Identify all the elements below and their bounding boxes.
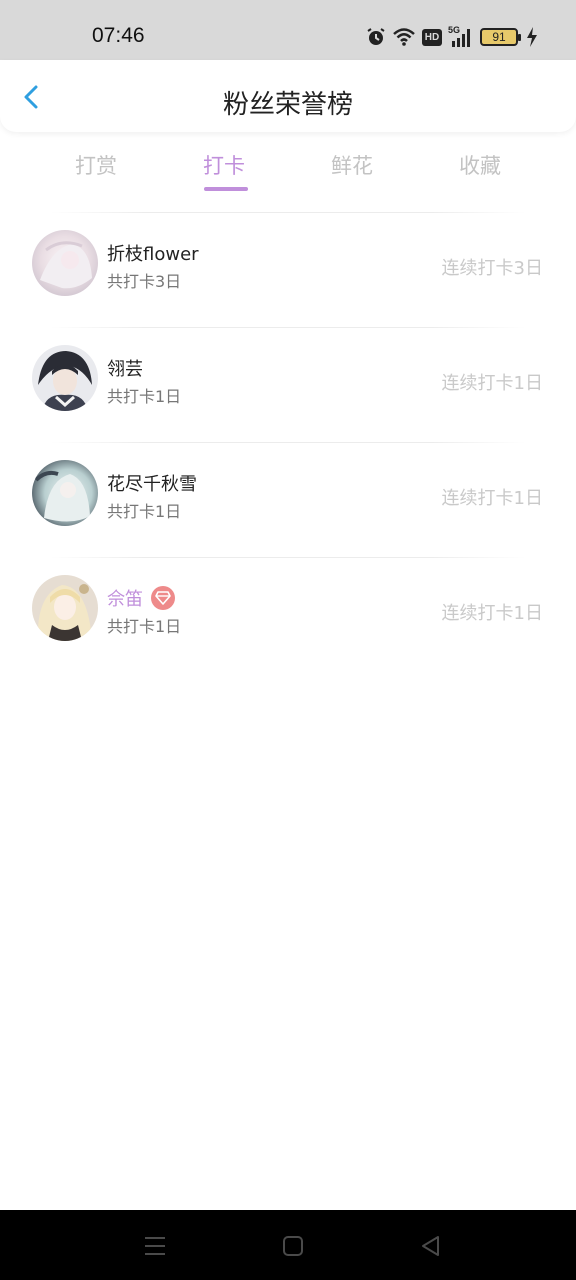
home-button[interactable] (280, 1233, 306, 1259)
total-checkins: 共打卡1日 (107, 617, 182, 636)
avatar[interactable] (32, 345, 98, 411)
tab-collections[interactable]: 收藏 (440, 150, 520, 180)
status-time: 07:46 (92, 24, 145, 47)
alarm-icon (367, 28, 385, 45)
avatar[interactable] (32, 230, 98, 296)
network-type: 5G (448, 25, 461, 35)
list-item[interactable]: 翎芸 共打卡1日 连续打卡1日 (0, 327, 576, 442)
back-nav-button[interactable] (418, 1233, 444, 1259)
triangle-back-icon (422, 1236, 439, 1256)
user-name: 佘笛 (107, 589, 143, 610)
tab-indicator (204, 187, 248, 191)
wifi-icon (393, 28, 415, 46)
system-nav-bar (0, 1210, 576, 1280)
square-home-icon (283, 1236, 303, 1256)
charging-icon (527, 27, 537, 47)
user-name: 折枝flower (107, 244, 199, 265)
tab-reward[interactable]: 打赏 (56, 150, 136, 180)
header: 粉丝荣誉榜 (0, 60, 576, 132)
status-icons: HD 5G 91 (366, 24, 538, 50)
tab-flowers[interactable]: 鲜花 (312, 150, 392, 180)
battery-level: 91 (492, 30, 506, 44)
total-checkins: 共打卡1日 (107, 502, 182, 521)
streak-checkins: 连续打卡1日 (441, 603, 543, 624)
streak-checkins: 连续打卡3日 (441, 258, 543, 279)
total-checkins: 共打卡3日 (107, 272, 182, 291)
list-item[interactable]: 折枝flower 共打卡3日 连续打卡3日 (0, 212, 576, 327)
total-checkins: 共打卡1日 (107, 387, 182, 406)
list-item[interactable]: 佘笛 共打卡1日 连续打卡1日 (0, 557, 576, 672)
list-item[interactable]: 花尽千秋雪 共打卡1日 连续打卡1日 (0, 442, 576, 557)
tab-checkin[interactable]: 打卡 (184, 150, 264, 191)
user-name: 翎芸 (107, 359, 143, 380)
divider (50, 557, 526, 558)
vip-diamond-icon (151, 586, 175, 610)
streak-checkins: 连续打卡1日 (441, 373, 543, 394)
signal-icon: 5G (448, 25, 474, 47)
tab-bar: 打赏 打卡 鲜花 收藏 (0, 150, 576, 198)
battery-icon: 91 (480, 28, 521, 46)
menu-icon (145, 1237, 165, 1255)
streak-checkins: 连续打卡1日 (441, 488, 543, 509)
avatar[interactable] (32, 575, 98, 641)
fan-list: 折枝flower 共打卡3日 连续打卡3日 翎芸 共打卡1日 连续打卡1日 花尽… (0, 212, 576, 672)
user-name: 花尽千秋雪 (107, 474, 197, 495)
divider (50, 212, 526, 213)
hd-icon: HD (422, 28, 442, 46)
page-title: 粉丝荣誉榜 (222, 90, 353, 120)
tab-checkin-label: 打卡 (203, 154, 245, 178)
menu-button[interactable] (142, 1233, 168, 1259)
divider (50, 442, 526, 443)
divider (50, 327, 526, 328)
avatar[interactable] (32, 460, 98, 526)
status-bar: 07:46 HD 5G 91 (0, 0, 576, 60)
